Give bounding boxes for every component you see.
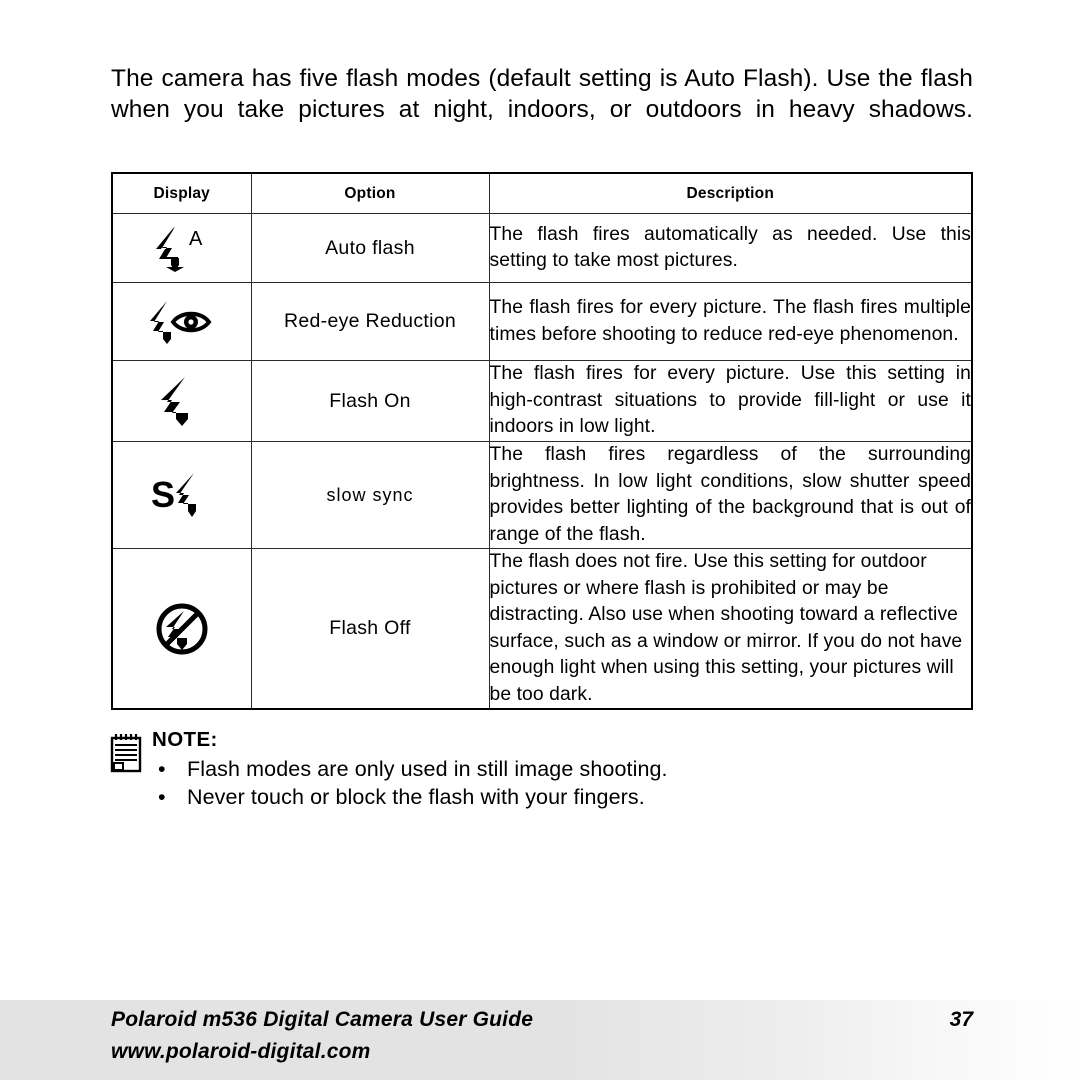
flash-slow-sync-icon: S [151,473,213,517]
note-list: • Flash modes are only used in still ima… [152,755,869,811]
footer-guide-title: Polaroid m536 Digital Camera User Guide [111,1008,534,1031]
footer-website: www.polaroid-digital.com [111,1040,371,1063]
table-row: Red-eye Reduction The flash fires for ev… [111,282,973,361]
description-text: The flash fires for every picture. Use t… [488,360,973,442]
table-row: Flash On The flash fires for every pictu… [111,360,973,442]
option-label: Auto flash [250,213,490,283]
flash-redeye-icon [149,300,215,344]
column-header-display: Display [111,172,252,214]
column-header-description: Description [488,172,973,214]
table-row: S slow sync The flash fires regardless o… [111,441,973,549]
table-header-row: Display Option Description [111,172,973,214]
bullet-glyph: • [158,785,166,809]
option-label: Flash On [250,360,490,442]
column-header-option: Option [250,172,490,214]
table-row: A Auto flash The flash fires automatical… [111,213,973,283]
note-title: NOTE: [152,728,218,751]
notepad-icon [109,733,143,773]
table-row: Flash Off The flash does not fire. Use t… [111,548,973,710]
list-item: • Never touch or block the flash with yo… [152,783,869,811]
flash-off-icon-cell [111,548,252,710]
svg-text:S: S [151,474,175,515]
flash-redeye-icon-cell [111,282,252,361]
flash-on-icon-cell [111,360,252,442]
option-label: slow sync [250,441,490,549]
description-text: The flash does not fire. Use this settin… [488,548,973,710]
description-text: The flash fires regardless of the surrou… [488,441,973,549]
svg-text:A: A [189,228,203,250]
note-item-text: Flash modes are only used in still image… [187,757,668,781]
flash-slow-sync-icon-cell: S [111,441,252,549]
flash-on-icon [159,377,205,426]
intro-paragraph: The camera has five flash modes (default… [111,64,973,123]
flash-off-icon [155,603,209,654]
flash-auto-icon-cell: A [111,213,252,283]
option-label: Red-eye Reduction [250,282,490,361]
description-text: The flash fires automatically as needed.… [488,213,973,283]
note-block: NOTE: • Flash modes are only used in sti… [109,728,869,811]
option-label: Flash Off [250,548,490,710]
footer: Polaroid m536 Digital Camera User Guide … [111,1008,973,1072]
list-item: • Flash modes are only used in still ima… [152,755,869,783]
description-text: The flash fires for every picture. The f… [488,282,973,361]
bullet-glyph: • [158,757,166,781]
page-number: 37 [949,1008,973,1031]
flash-auto-icon: A [153,226,211,272]
note-item-text: Never touch or block the flash with your… [187,785,645,809]
flash-modes-table: Display Option Description A Auto flash … [111,172,973,710]
